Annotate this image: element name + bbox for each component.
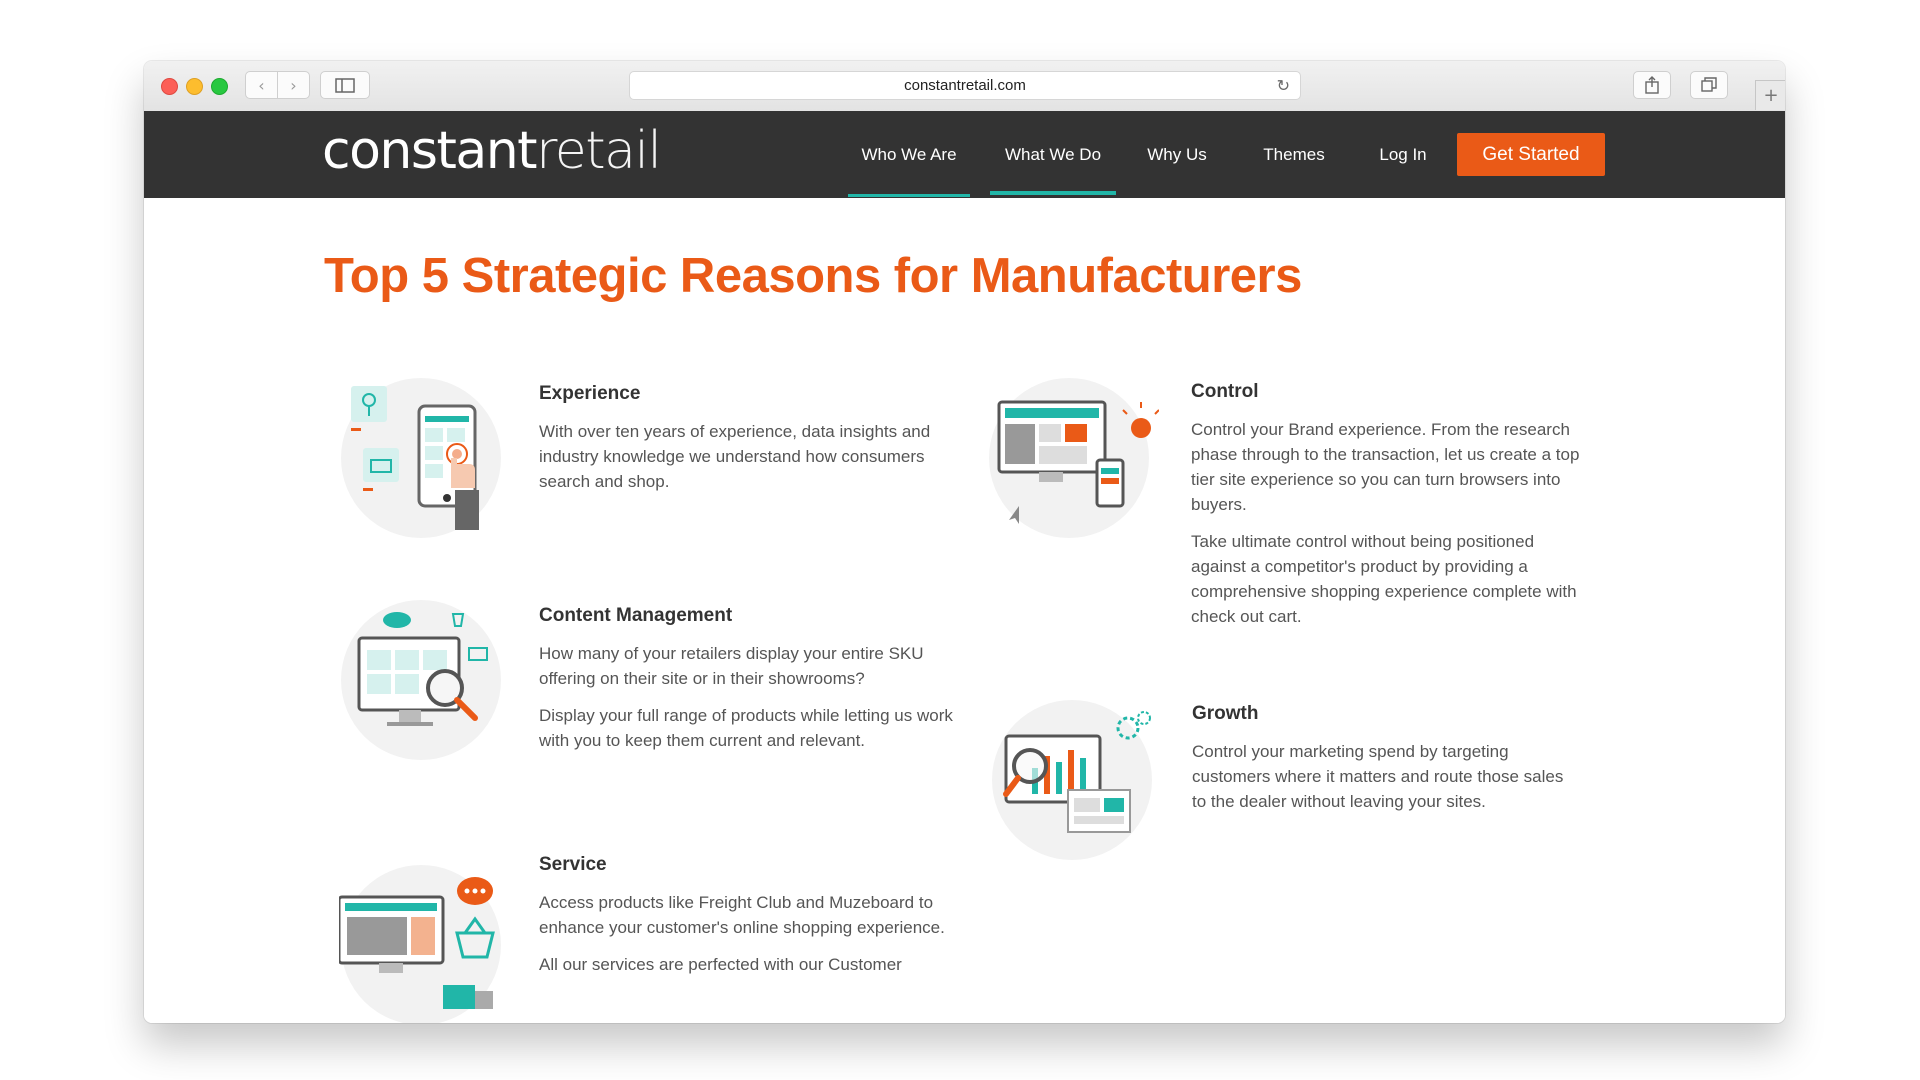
get-started-button[interactable]: Get Started [1457, 133, 1605, 176]
sidebar-icon [335, 77, 355, 93]
content-management-illustration-icon [341, 600, 501, 760]
control-illustration-icon [989, 378, 1159, 538]
browser-toolbar: ‹ › constantretail.com ↻ + [144, 61, 1785, 112]
feature-text: All our services are perfected with our … [539, 955, 902, 974]
feature-text: With over ten years of experience, data … [539, 422, 931, 491]
share-button[interactable] [1633, 71, 1671, 99]
page-title: Top 5 Strategic Reasons for Manufacturer… [324, 249, 1302, 303]
share-icon [1645, 76, 1659, 94]
tabs-icon [1701, 77, 1717, 92]
feature-text: Display your full range of products whil… [539, 706, 953, 750]
feature-text: Access products like Freight Club and Mu… [539, 893, 945, 937]
url-text: constantretail.com [904, 77, 1026, 94]
close-window-button[interactable] [161, 78, 178, 95]
zoom-window-button[interactable] [211, 78, 228, 95]
nav-who-we-are[interactable]: Who We Are [844, 111, 974, 198]
feature-title: Experience [539, 383, 641, 404]
plus-icon: + [1763, 85, 1779, 106]
minimize-window-button[interactable] [186, 78, 203, 95]
experience-illustration-icon [341, 378, 501, 538]
logo-text-light: retail [536, 121, 662, 181]
nav-themes[interactable]: Themes [1244, 111, 1344, 198]
feature-content-management: Content Management How many of your reta… [539, 605, 959, 765]
feature-control: Control Control your Brand experience. F… [1191, 381, 1581, 641]
feature-service: Service Access products like Freight Clu… [539, 854, 959, 989]
nav-hover-underline [848, 194, 970, 197]
address-bar[interactable]: constantretail.com ↻ [629, 71, 1301, 100]
service-illustration-icon [339, 865, 501, 1023]
feature-text: Take ultimate control without being posi… [1191, 532, 1577, 626]
forward-arrow-icon: › [290, 75, 297, 95]
feature-title: Growth [1192, 703, 1259, 724]
feature-text: Control your Brand experience. From the … [1191, 420, 1580, 514]
growth-illustration-icon [992, 700, 1152, 860]
forward-button[interactable]: › [277, 71, 310, 99]
feature-growth: Growth Control your marketing spend by t… [1192, 703, 1582, 826]
show-tabs-button[interactable] [1690, 71, 1728, 99]
browser-window: ‹ › constantretail.com ↻ + constantretai… [144, 61, 1785, 1023]
feature-text: How many of your retailers display your … [539, 644, 924, 688]
back-arrow-icon: ‹ [258, 75, 265, 95]
back-button[interactable]: ‹ [245, 71, 278, 99]
sidebar-button[interactable] [320, 71, 370, 99]
reload-icon[interactable]: ↻ [1277, 72, 1290, 99]
feature-title: Control [1191, 381, 1259, 402]
nav-log-in[interactable]: Log In [1363, 111, 1443, 198]
logo-text-bold: constant [322, 121, 538, 181]
feature-title: Service [539, 854, 607, 875]
site-header: constantretail Who We Are What We Do Why… [144, 111, 1785, 198]
feature-experience: Experience With over ten years of experi… [539, 383, 959, 506]
new-tab-button[interactable]: + [1755, 80, 1785, 110]
feature-title: Content Management [539, 605, 733, 626]
site-logo[interactable]: constantretail [322, 121, 662, 181]
nav-why-us[interactable]: Why Us [1131, 111, 1223, 198]
main-content: Top 5 Strategic Reasons for Manufacturer… [144, 198, 1785, 1023]
nav-what-we-do[interactable]: What We Do [990, 111, 1116, 198]
feature-text: Control your marketing spend by targetin… [1192, 742, 1564, 811]
